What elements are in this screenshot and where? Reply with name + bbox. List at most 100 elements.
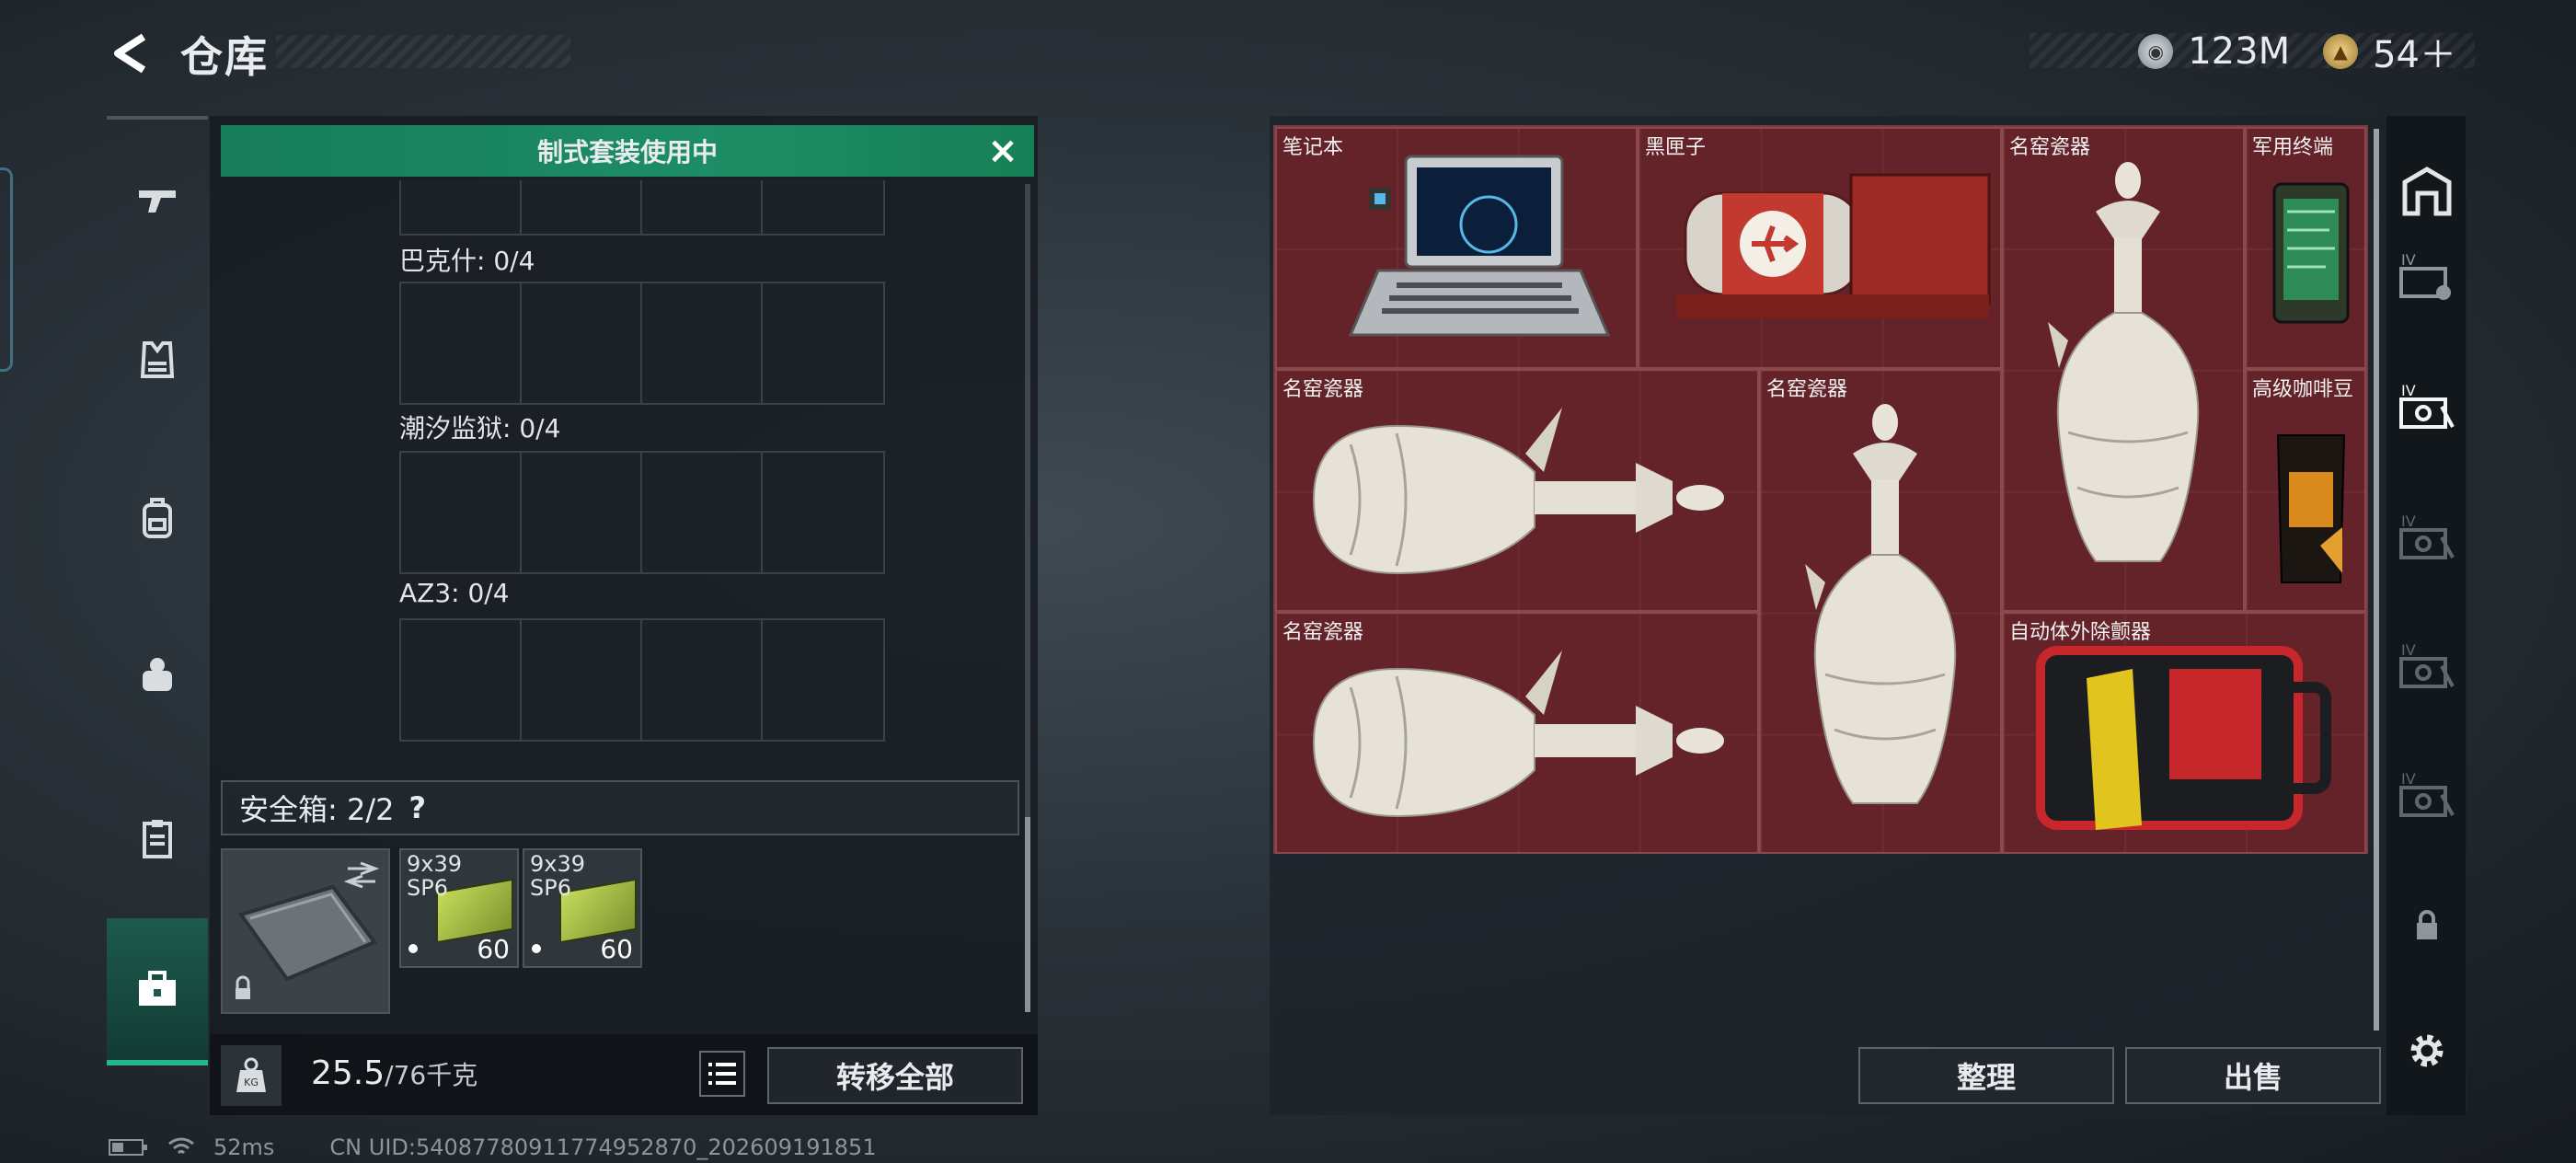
ammo-count: 60 bbox=[477, 934, 510, 964]
porcelain-vase-icon bbox=[2048, 162, 2200, 562]
item-premium-coffee[interactable]: 高级咖啡豆 bbox=[2245, 369, 2366, 612]
status-bar: 52ms CN UID:540877809117749528​70_202609… bbox=[109, 1134, 877, 1161]
ammo-quality-dot bbox=[532, 944, 541, 953]
inventory-grid: 笔记本 黑匣子 名窑瓷器 军用终端 名窑瓷器 名窑瓷器 高级咖啡豆 名窑瓷器 自… bbox=[1273, 125, 2368, 854]
ammo-caliber: 9x39 SP6 bbox=[407, 851, 463, 901]
inventory-scrollbar[interactable] bbox=[2374, 129, 2379, 1031]
weight-display: 25.5/76千克 bbox=[311, 1054, 477, 1092]
back-arrow-icon bbox=[114, 33, 146, 74]
tab-locked[interactable] bbox=[2392, 891, 2462, 961]
title-decoration bbox=[276, 35, 570, 68]
defibrillator-icon bbox=[2036, 646, 2331, 830]
slot-group-label: AZ3: 0/4 bbox=[399, 578, 510, 608]
svg-text:IV: IV bbox=[2401, 770, 2416, 788]
weight-current: 25.5 bbox=[311, 1054, 385, 1092]
svg-text:IV: IV bbox=[2401, 641, 2416, 659]
currency-display: ◉ 123M ▲ 54＋ bbox=[2138, 26, 2475, 77]
storage-key-icon: IV bbox=[2399, 641, 2455, 688]
weight-icon: KG bbox=[221, 1045, 282, 1106]
coffee-bag-icon bbox=[2276, 434, 2346, 583]
loadout-scroll-thumb[interactable] bbox=[1025, 817, 1030, 1012]
banner-text: 制式套装使用中 bbox=[536, 137, 718, 167]
ping-value: 52ms bbox=[213, 1134, 275, 1160]
item-name: 军用终端 bbox=[2252, 136, 2334, 159]
slot-grid-bakhsh[interactable] bbox=[399, 282, 885, 405]
svg-text:IV: IV bbox=[2401, 382, 2416, 399]
military-terminal-icon bbox=[2272, 182, 2350, 324]
nav-backpack[interactable] bbox=[107, 467, 208, 569]
slot-group-label: 潮汐监狱: 0/4 bbox=[399, 413, 561, 443]
nav-safe-box[interactable] bbox=[107, 918, 208, 1065]
nav-weapons[interactable] bbox=[107, 149, 208, 250]
ammo-caliber: 9x39 SP6 bbox=[530, 851, 586, 901]
back-button[interactable] bbox=[103, 26, 158, 81]
silver-coin-icon: ◉ bbox=[2138, 34, 2174, 69]
ammo-quality-dot bbox=[408, 944, 418, 953]
porcelain-vase-icon bbox=[1312, 408, 1724, 575]
storage-key-icon: IV bbox=[2399, 770, 2455, 817]
settings-button[interactable] bbox=[2392, 1016, 2462, 1086]
close-icon[interactable]: × bbox=[984, 132, 1021, 169]
sort-button[interactable]: 整理 bbox=[1858, 1047, 2114, 1104]
item-porcelain[interactable]: 名窑瓷器 bbox=[1275, 369, 1759, 612]
gun-icon bbox=[139, 190, 176, 213]
item-laptop[interactable]: 笔记本 bbox=[1275, 127, 1638, 369]
list-view-button[interactable] bbox=[699, 1051, 745, 1097]
chest-rig-icon bbox=[143, 658, 172, 691]
nav-armor[interactable] bbox=[107, 309, 208, 410]
item-name: 高级咖啡豆 bbox=[2252, 378, 2354, 401]
gold-currency-value: 54＋ bbox=[2373, 34, 2456, 76]
lock-icon bbox=[2417, 910, 2437, 939]
silver-currency-value: 123M bbox=[2188, 30, 2291, 73]
tab-storage-extension[interactable]: IV bbox=[2392, 372, 2462, 442]
tab-storage-extension[interactable]: IV bbox=[2392, 760, 2462, 830]
safe-box-label: 安全箱: 2/2 bbox=[239, 792, 395, 827]
transfer-all-button[interactable]: 转移全部 bbox=[767, 1047, 1023, 1104]
wifi-icon bbox=[168, 1137, 194, 1155]
black-box-icon bbox=[1676, 173, 1991, 318]
item-porcelain[interactable]: 名窑瓷器 bbox=[1759, 369, 2002, 854]
tab-storage-extension[interactable]: IV bbox=[2392, 241, 2462, 311]
sell-button[interactable]: 出售 bbox=[2125, 1047, 2381, 1104]
slot-grid-partial bbox=[399, 180, 885, 236]
ammo-count: 60 bbox=[600, 934, 633, 964]
svg-text:IV: IV bbox=[2401, 251, 2416, 269]
nav-clipboard[interactable] bbox=[107, 788, 208, 889]
left-edge-tab[interactable] bbox=[0, 167, 13, 372]
weight-max: /76千克 bbox=[385, 1060, 478, 1090]
tab-warehouse[interactable] bbox=[2392, 156, 2462, 226]
tab-storage-extension[interactable]: IV bbox=[2392, 502, 2462, 572]
ammo-slot[interactable]: 9x39 SP6 60 bbox=[523, 848, 642, 968]
item-porcelain[interactable]: 名窑瓷器 bbox=[1275, 612, 1759, 854]
item-black-box[interactable]: 黑匣子 bbox=[1638, 127, 2002, 369]
uid-value: CN UID:540877809117749528​70_20260919185… bbox=[329, 1134, 877, 1160]
list-icon bbox=[708, 1063, 736, 1085]
slot-grid-tide-prison[interactable] bbox=[399, 451, 885, 574]
item-porcelain[interactable]: 名窑瓷器 bbox=[2002, 127, 2245, 612]
armor-vest-icon bbox=[140, 341, 175, 378]
nav-chest-rig[interactable] bbox=[107, 624, 208, 725]
storage-key-icon: IV bbox=[2399, 382, 2455, 429]
ammo-slot[interactable]: 9x39 SP6 60 bbox=[399, 848, 519, 968]
item-aed[interactable]: 自动体外除颤器 bbox=[2002, 612, 2366, 854]
left-nav bbox=[107, 116, 208, 1080]
safe-case-slot[interactable] bbox=[221, 848, 390, 1014]
battery-icon bbox=[109, 1139, 147, 1156]
slot-grid-az3[interactable] bbox=[399, 618, 885, 742]
item-name: 笔记本 bbox=[1282, 136, 1344, 159]
help-icon[interactable]: ? bbox=[408, 790, 426, 825]
safe-case-icon bbox=[236, 861, 380, 999]
porcelain-vase-icon bbox=[1312, 651, 1724, 818]
item-military-terminal[interactable]: 军用终端 bbox=[2245, 127, 2366, 369]
safe-box-header: 安全箱: 2/2 ? bbox=[221, 780, 1019, 835]
clipboard-icon bbox=[143, 820, 172, 858]
toolbox-icon bbox=[139, 971, 176, 1006]
svg-text:KG: KG bbox=[244, 1077, 259, 1088]
storage-box-icon: IV bbox=[2399, 251, 2451, 300]
tab-storage-extension[interactable]: IV bbox=[2392, 631, 2462, 701]
gold-coin-icon: ▲ bbox=[2323, 34, 2359, 69]
warehouse-icon bbox=[2402, 167, 2452, 216]
storage-key-icon: IV bbox=[2399, 512, 2455, 559]
gear-icon bbox=[2410, 1034, 2444, 1067]
standard-kit-banner: 制式套装使用中 × bbox=[221, 125, 1034, 177]
